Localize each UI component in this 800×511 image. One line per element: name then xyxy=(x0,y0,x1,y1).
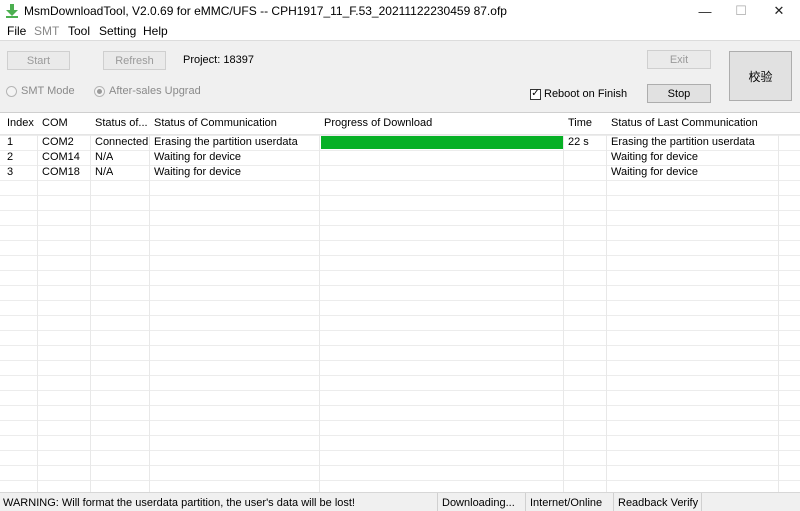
download-app-icon xyxy=(6,4,18,18)
header-last-communication[interactable]: Status of Last Communication xyxy=(611,117,758,129)
minimize-icon: — xyxy=(698,3,712,19)
header-time[interactable]: Time xyxy=(568,117,592,129)
cell-status: Connected xyxy=(95,136,149,148)
menu-tool[interactable]: Tool xyxy=(68,24,90,38)
status-mode: Internet/Online xyxy=(525,493,613,511)
menu-smt[interactable]: SMT xyxy=(34,24,59,38)
table-header: Index COM Status of... Status of Communi… xyxy=(0,113,800,135)
close-icon: ✕ xyxy=(773,3,785,18)
table-row[interactable]: 1 COM2 Connected Erasing the partition u… xyxy=(0,135,800,150)
cell-com: COM2 xyxy=(42,136,74,148)
status-empty xyxy=(701,493,800,511)
smt-mode-radio[interactable]: SMT Mode xyxy=(6,85,75,97)
menu-setting[interactable]: Setting xyxy=(99,24,136,38)
cell-com: COM14 xyxy=(42,151,80,163)
status-warning: WARNING: Will format the userdata partit… xyxy=(3,496,355,509)
cell-communication: Erasing the partition userdata xyxy=(154,136,298,148)
cell-com: COM18 xyxy=(42,166,80,178)
refresh-button[interactable]: Refresh xyxy=(103,51,166,70)
cell-status: N/A xyxy=(95,151,114,163)
header-status-communication[interactable]: Status of Communication xyxy=(154,117,277,129)
cell-last-communication: Waiting for device xyxy=(611,166,699,178)
cell-communication: Waiting for device xyxy=(154,166,242,178)
header-progress[interactable]: Progress of Download xyxy=(324,117,432,129)
after-sales-label: After-sales Upgrad xyxy=(109,85,201,97)
status-verify: Readback Verify xyxy=(613,493,701,511)
cell-communication: Waiting for device xyxy=(154,151,242,163)
exit-button[interactable]: Exit xyxy=(647,50,711,69)
window-title: MsmDownloadTool, V2.0.69 for eMMC/UFS --… xyxy=(24,4,507,18)
table-grid xyxy=(0,135,800,492)
status-bar: WARNING: Will format the userdata partit… xyxy=(0,492,800,511)
cell-time: 22 s xyxy=(568,136,589,148)
checkmark-icon: ✓ xyxy=(530,88,541,100)
cell-index: 2 xyxy=(7,151,14,163)
cell-last-communication: Erasing the partition userdata xyxy=(611,136,755,148)
cell-last-communication: Waiting for device xyxy=(611,151,699,163)
cell-index: 1 xyxy=(7,136,14,148)
maximize-icon: ☐ xyxy=(735,3,747,18)
stop-button[interactable]: Stop xyxy=(647,84,711,103)
download-progress-bar xyxy=(321,136,563,149)
table-row[interactable]: 2 COM14 N/A Waiting for device Waiting f… xyxy=(0,150,800,165)
header-com[interactable]: COM xyxy=(42,117,68,129)
cell-index: 3 xyxy=(7,166,14,178)
project-label: Project: 18397 xyxy=(183,54,254,66)
menu-help[interactable]: Help xyxy=(143,24,168,38)
close-button[interactable]: ✕ xyxy=(756,0,800,22)
radio-unchecked-icon xyxy=(6,85,17,97)
menu-bar: File SMT Tool Setting Help xyxy=(0,22,800,40)
table-row[interactable]: 3 COM18 N/A Waiting for device Waiting f… xyxy=(0,165,800,180)
after-sales-radio[interactable]: After-sales Upgrad xyxy=(94,85,201,97)
header-index[interactable]: Index xyxy=(7,117,34,129)
header-status[interactable]: Status of... xyxy=(95,117,147,129)
status-downloading: Downloading... xyxy=(437,493,525,511)
reboot-label: Reboot on Finish xyxy=(544,88,628,100)
toolbar: Start Refresh Project: 18397 Exit Stop 校… xyxy=(0,40,800,112)
radio-checked-icon xyxy=(94,85,105,97)
title-bar: MsmDownloadTool, V2.0.69 for eMMC/UFS --… xyxy=(0,0,800,22)
reboot-checkbox[interactable]: ✓ Reboot on Finish xyxy=(530,88,627,100)
menu-file[interactable]: File xyxy=(7,24,26,38)
cell-status: N/A xyxy=(95,166,114,178)
start-button[interactable]: Start xyxy=(7,51,70,70)
smt-mode-label: SMT Mode xyxy=(21,85,75,97)
device-table: Index COM Status of... Status of Communi… xyxy=(0,112,800,492)
verify-button[interactable]: 校验 xyxy=(729,51,792,101)
